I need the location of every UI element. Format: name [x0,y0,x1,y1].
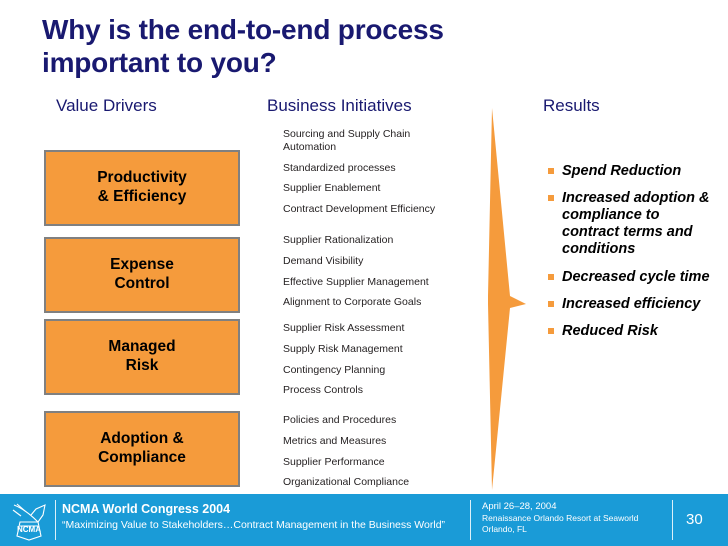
initiative-item: Supplier Performance [283,455,385,468]
initiative-item: Organizational Compliance [283,476,410,489]
bullet-square-icon [548,168,554,174]
value-driver-box-managed-risk: Managed Risk [44,319,240,395]
initiative-item: Contract Development Efficiency [283,203,436,216]
value-driver-box-expense-control: Expense Control [44,237,240,313]
initiative-item: Metrics and Measures [283,434,387,447]
initiative-item: Supplier Rationalization [283,234,394,246]
initiative-group-expense-control: Supplier Rationalization Demand Visibili… [283,234,488,309]
ncma-logo-text: NCMA [17,525,41,534]
initiative-item: Supplier Enablement [283,182,381,195]
event-date: April 26–28, 2004 [482,501,557,512]
initiative-item: Alignment to Corporate Goals [283,296,422,309]
value-driver-label: Productivity & Efficiency [97,169,187,205]
result-item: Decreased cycle time [548,269,720,286]
initiative-item: Supply Risk Management [283,342,403,355]
result-label: Spend Reduction [562,163,682,179]
bullet-square-icon [548,195,554,202]
initiative-item: Demand Visibility [283,254,364,267]
page-number: 30 [686,511,703,528]
initiative-group-productivity: Sourcing and Supply Chain Automation Sta… [283,128,488,216]
footer-divider [470,500,471,540]
right-arrow-icon [488,108,526,490]
bullet-square-icon [548,300,554,307]
result-item: Increased adoption & compliance to contr… [548,190,720,258]
bullet-square-icon [548,327,554,334]
results-list: Spend Reduction Increased adoption & com… [548,163,720,340]
value-driver-label: Adoption & Compliance [98,430,186,466]
footer-divider [672,500,673,540]
slide-footer: NCMA NCMA World Congress 2004 “Maximizin… [0,494,728,546]
ncma-logo-icon: NCMA [12,503,46,541]
result-item: Spend Reduction [548,163,720,180]
value-driver-box-adoption-compliance: Adoption & Compliance [44,411,240,487]
value-driver-label: Managed Risk [108,338,176,374]
initiative-item: Contingency Planning [283,363,386,376]
initiative-item: Effective Supplier Management [283,275,429,288]
event-venue: Renaissance Orlando Resort at Seaworld [482,512,639,523]
result-item: Increased efficiency [548,296,720,313]
column-heading-business-initiatives: Business Initiatives [267,96,412,115]
slide-canvas: Why is the end-to-end process important … [0,0,728,546]
initiative-group-adoption-compliance: Policies and Procedures Metrics and Meas… [283,414,488,489]
congress-title: NCMA World Congress 2004 [62,502,231,516]
result-label: Increased efficiency [562,295,701,312]
column-heading-results: Results [543,96,600,115]
value-driver-box-productivity-efficiency: Productivity & Efficiency [44,150,240,226]
bullet-square-icon [548,273,554,280]
column-heading-value-drivers: Value Drivers [56,96,157,115]
event-details: April 26–28, 2004 Renaissance Orlando Re… [482,501,638,534]
value-driver-label: Expense Control [110,256,174,292]
footer-divider [55,500,56,540]
initiative-item: Standardized processes [283,161,396,174]
initiative-group-managed-risk: Supplier Risk Assessment Supply Risk Man… [283,322,488,397]
event-city: Orlando, FL [482,523,527,534]
result-label: Increased adoption & compliance to contr… [562,190,710,258]
page-title: Why is the end-to-end process important … [42,14,444,78]
initiative-item: Sourcing and Supply Chain Automation [283,128,411,153]
result-label: Decreased cycle time [562,268,710,285]
initiative-item: Policies and Procedures [283,414,397,426]
result-label: Reduced Risk [562,322,658,339]
result-item: Reduced Risk [548,323,720,340]
congress-tagline: “Maximizing Value to Stakeholders…Contra… [62,519,446,531]
initiative-item: Process Controls [283,384,363,397]
initiative-item: Supplier Risk Assessment [283,322,405,334]
